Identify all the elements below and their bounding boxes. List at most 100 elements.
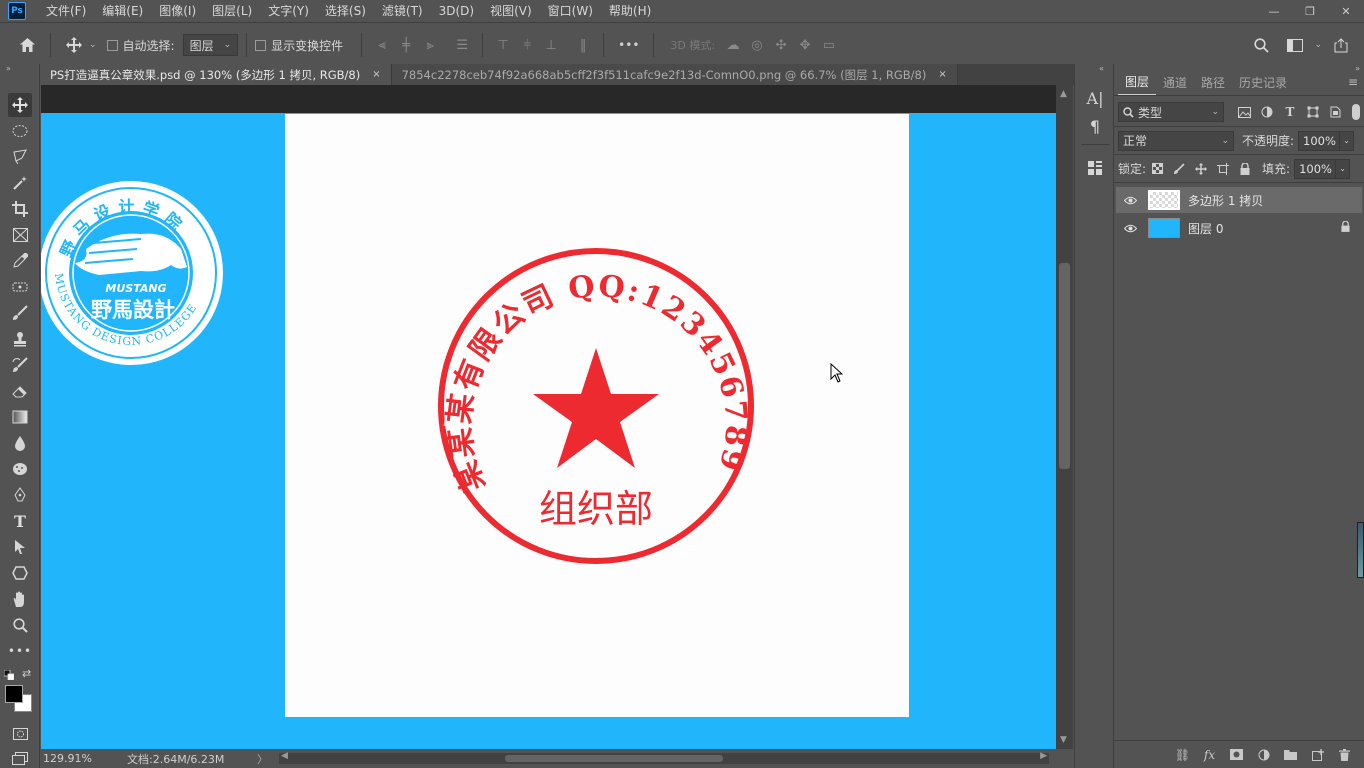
- visibility-eye-icon[interactable]: [1116, 224, 1144, 233]
- document-tab-active[interactable]: PS打造逼真公章效果.psd @ 130% (多边形 1 拷贝, RGB/8) …: [40, 64, 392, 85]
- opacity-input[interactable]: 100%: [1298, 130, 1341, 151]
- delete-layer-trash-icon[interactable]: [1331, 748, 1358, 761]
- align-top-icon[interactable]: ⊤: [491, 33, 515, 57]
- distribute-horizontal-icon[interactable]: ‖: [571, 33, 595, 57]
- document-tab-2[interactable]: 7854c2278ceb74f92a668ab5cff2f3f511cafc9e…: [391, 64, 958, 85]
- collapse-arrows-icon[interactable]: «: [1099, 64, 1104, 73]
- blend-mode-dropdown[interactable]: 正常 ⌄: [1118, 130, 1234, 151]
- eyedropper-icon[interactable]: [8, 249, 32, 273]
- restore-button[interactable]: ❐: [1292, 0, 1328, 22]
- close-tab-icon[interactable]: ×: [938, 69, 946, 80]
- checkbox-icon[interactable]: [255, 39, 267, 51]
- chevron-down-icon[interactable]: ⌄: [1314, 40, 1322, 50]
- horizontal-scrollbar[interactable]: ◀ ▶: [279, 751, 1049, 764]
- hand-icon[interactable]: [8, 587, 32, 611]
- add-mask-icon[interactable]: [1223, 749, 1250, 760]
- align-bottom-icon[interactable]: ⊥: [539, 33, 563, 57]
- checkbox-icon[interactable]: [106, 39, 118, 51]
- orbit-3d-icon[interactable]: ☁: [721, 33, 745, 57]
- blur-drop-icon[interactable]: [8, 431, 32, 455]
- menu-3d[interactable]: 3D(D): [431, 0, 482, 22]
- new-group-folder-icon[interactable]: [1277, 749, 1304, 760]
- distribute-vertical-icon[interactable]: ☰: [450, 33, 474, 57]
- document-canvas[interactable]: 野马设计学院 MUSTANG DESIGN COLLEGE MUSTANG 野馬…: [41, 113, 1056, 749]
- tab-history[interactable]: 历史记录: [1232, 74, 1294, 95]
- move-tool-preset-icon[interactable]: [59, 30, 89, 60]
- paragraph-panel-icon[interactable]: ¶: [1083, 114, 1107, 138]
- libraries-panel-icon[interactable]: [1083, 156, 1107, 180]
- pen-icon[interactable]: [8, 483, 32, 507]
- scroll-up-icon[interactable]: ▲: [1060, 89, 1067, 99]
- filter-toggle-switch[interactable]: [1352, 104, 1360, 120]
- menu-select[interactable]: 选择(S): [317, 0, 374, 22]
- type-tool-icon[interactable]: T: [8, 509, 32, 533]
- foreground-color-swatch[interactable]: [5, 685, 23, 703]
- quick-mask-icon[interactable]: [8, 722, 32, 746]
- collapse-arrows-icon[interactable]: »: [1355, 64, 1360, 73]
- menu-image[interactable]: 图像(I): [151, 0, 204, 22]
- menu-type[interactable]: 文字(Y): [260, 0, 317, 22]
- slide-3d-icon[interactable]: ✥: [793, 33, 817, 57]
- move-tool-icon[interactable]: [8, 93, 32, 117]
- crop-icon[interactable]: [8, 197, 32, 221]
- tab-channels[interactable]: 通道: [1156, 74, 1194, 95]
- lock-pixels-brush-icon[interactable]: [1168, 162, 1190, 175]
- menu-view[interactable]: 视图(V): [482, 0, 540, 22]
- layer-row[interactable]: 图层 0: [1116, 215, 1362, 241]
- layer-name[interactable]: 图层 0: [1188, 220, 1223, 237]
- path-selection-icon[interactable]: [8, 535, 32, 559]
- menu-edit[interactable]: 编辑(E): [94, 0, 151, 22]
- zoom-level[interactable]: 129.91%: [41, 752, 117, 765]
- gradient-icon[interactable]: [8, 405, 32, 429]
- canvas-viewport[interactable]: 野马设计学院 MUSTANG DESIGN COLLEGE MUSTANG 野馬…: [41, 85, 1056, 749]
- panel-scroll-indicator[interactable]: [1357, 522, 1364, 578]
- lock-artboard-icon[interactable]: [1212, 162, 1234, 175]
- workspace-icon[interactable]: [1280, 30, 1310, 60]
- vertical-scrollbar[interactable]: ▲ ▼: [1056, 85, 1073, 749]
- scroll-left-icon[interactable]: ◀: [281, 751, 288, 761]
- collapse-arrows-icon[interactable]: »: [0, 64, 39, 74]
- minimize-button[interactable]: —: [1256, 0, 1292, 22]
- zoom-icon[interactable]: [8, 613, 32, 637]
- panel-menu-icon[interactable]: ≡: [1348, 75, 1358, 95]
- home-icon[interactable]: [12, 30, 42, 60]
- elliptical-marquee-icon[interactable]: [8, 119, 32, 143]
- lock-transparent-icon[interactable]: [1146, 163, 1168, 174]
- auto-select-checkbox[interactable]: 自动选择:: [106, 37, 175, 54]
- align-right-icon[interactable]: ⫸: [418, 33, 442, 57]
- scroll-right-icon[interactable]: ▶: [1040, 751, 1047, 761]
- sponge-icon[interactable]: [8, 457, 32, 481]
- shape-filter-icon[interactable]: [1301, 102, 1324, 122]
- vertical-scroll-thumb[interactable]: [1059, 263, 1070, 469]
- more-options-button[interactable]: •••: [618, 38, 639, 52]
- lock-position-icon[interactable]: [1190, 162, 1212, 175]
- polygon-shape-icon[interactable]: [8, 561, 32, 585]
- adjustment-filter-icon[interactable]: [1256, 102, 1279, 122]
- menu-file[interactable]: 文件(F): [38, 0, 94, 22]
- chevron-down-icon[interactable]: ⌄: [89, 40, 97, 50]
- tab-layers[interactable]: 图层: [1118, 73, 1157, 95]
- polygonal-lasso-icon[interactable]: [8, 145, 32, 169]
- lock-all-icon[interactable]: [1234, 162, 1256, 175]
- new-adjustment-layer-icon[interactable]: [1250, 749, 1277, 761]
- eraser-icon[interactable]: [8, 379, 32, 403]
- smart-object-filter-icon[interactable]: [1324, 102, 1347, 122]
- fill-input[interactable]: 100%: [1294, 158, 1337, 179]
- menu-layer[interactable]: 图层(L): [204, 0, 260, 22]
- layer-filter-dropdown[interactable]: 类型 ⌄: [1118, 102, 1225, 122]
- frame-tool-icon[interactable]: [8, 223, 32, 247]
- menu-help[interactable]: 帮助(H): [601, 0, 659, 22]
- type-filter-icon[interactable]: T: [1279, 102, 1302, 122]
- default-colors-icon[interactable]: [3, 669, 15, 681]
- history-brush-icon[interactable]: [8, 353, 32, 377]
- link-layers-icon[interactable]: ⛓: [1169, 748, 1196, 762]
- spot-healing-icon[interactable]: [8, 275, 32, 299]
- character-panel-icon[interactable]: A|: [1083, 86, 1107, 110]
- menu-window[interactable]: 窗口(W): [540, 0, 601, 22]
- status-menu-chevron-icon[interactable]: 〉: [257, 751, 273, 767]
- new-layer-icon[interactable]: [1304, 748, 1331, 761]
- chevron-down-icon[interactable]: ⌄: [1336, 158, 1351, 179]
- align-vcenter-icon[interactable]: ⫩: [515, 33, 539, 57]
- layer-row[interactable]: 多边形 1 拷贝: [1116, 187, 1362, 213]
- auto-select-dropdown[interactable]: 图层 ⌄: [182, 34, 239, 56]
